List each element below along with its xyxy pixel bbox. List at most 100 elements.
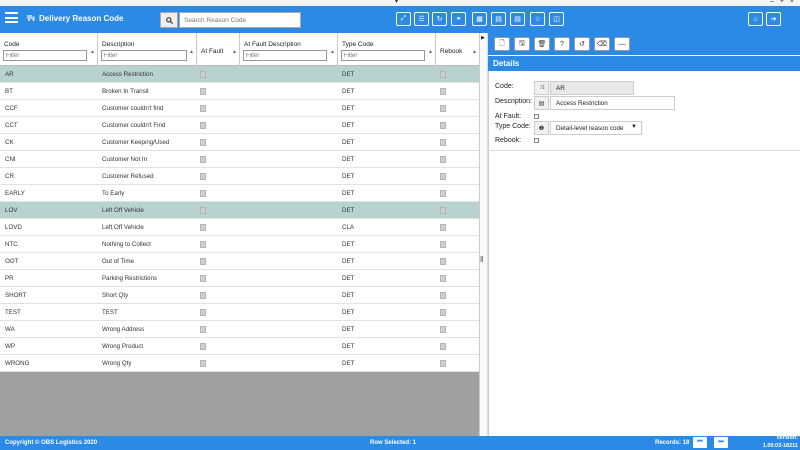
delete-button[interactable]: 🗑 — [534, 37, 550, 51]
rebook-checkbox[interactable] — [440, 71, 446, 78]
rebook-checkbox[interactable] — [534, 138, 539, 143]
database-button[interactable]: ☰ — [414, 12, 429, 26]
rebook-checkbox[interactable] — [440, 122, 446, 129]
at-fault-checkbox[interactable] — [534, 114, 539, 119]
at-fault-checkbox[interactable] — [200, 241, 206, 248]
hamburger-menu-icon[interactable] — [5, 12, 18, 23]
type-code-select[interactable]: Detail-level reason code ▼ — [550, 121, 642, 135]
rebook-checkbox[interactable] — [440, 326, 446, 333]
rebook-checkbox[interactable] — [440, 173, 446, 180]
rebook-checkbox[interactable] — [440, 309, 446, 316]
at-fault-checkbox[interactable] — [200, 139, 206, 146]
table-row[interactable]: PR Parking Restrictions DET — [0, 270, 479, 287]
rebook-checkbox[interactable] — [440, 190, 446, 197]
at-fault-checkbox[interactable] — [200, 207, 206, 214]
panel-splitter[interactable]: ▶ ‖ — [479, 33, 488, 436]
sort-icon[interactable]: ▲ — [232, 49, 237, 55]
description-field[interactable]: Access Restriction — [550, 96, 675, 110]
table-row[interactable]: NTC Nothing to Collect DET — [0, 236, 479, 253]
sort-icon[interactable]: ▲ — [90, 49, 95, 55]
at-fault-checkbox[interactable] — [200, 105, 206, 112]
filter-code-input[interactable] — [3, 50, 87, 61]
rebook-checkbox[interactable] — [440, 156, 446, 163]
rebook-checkbox[interactable] — [440, 258, 446, 265]
rebook-checkbox[interactable] — [440, 343, 446, 350]
table-row[interactable]: WA Wrong Address DET — [0, 321, 479, 338]
search-button[interactable] — [160, 12, 178, 28]
table-row[interactable]: BT Broken In Transit DET — [0, 83, 479, 100]
eraser-button[interactable]: ⌫ — [594, 37, 610, 51]
table-row[interactable]: LOVD Left Off Vehicle CLA — [0, 219, 479, 236]
refresh-button[interactable]: ↻ — [432, 12, 447, 26]
at-fault-checkbox[interactable] — [200, 258, 206, 265]
table-row[interactable]: CNI Customer Not In DET — [0, 151, 479, 168]
table-row[interactable]: AR Access Restriction DET — [0, 66, 479, 83]
sort-icon[interactable]: ▲ — [428, 49, 433, 55]
save-button[interactable]: 🖫 — [514, 37, 530, 51]
at-fault-checkbox[interactable] — [200, 122, 206, 129]
expand-button[interactable]: ⤢ — [396, 12, 411, 26]
at-fault-checkbox[interactable] — [200, 71, 206, 78]
column-header-code[interactable]: Code ▲ — [0, 33, 98, 66]
column-header-type-code[interactable]: Type Code ▲ — [338, 33, 436, 66]
logout-button[interactable]: ➔ — [766, 12, 781, 26]
help-button[interactable]: ? — [554, 37, 570, 51]
at-fault-checkbox[interactable] — [200, 88, 206, 95]
at-fault-checkbox[interactable] — [200, 190, 206, 197]
table-row[interactable]: EARLY To Early DET — [0, 185, 479, 202]
column-header-description[interactable]: Description ▲ — [98, 33, 197, 66]
minus-button[interactable]: — — [614, 37, 630, 51]
at-fault-checkbox[interactable] — [200, 326, 206, 333]
column-header-rebook[interactable]: Rebook ▲ — [436, 33, 479, 66]
rebook-checkbox[interactable] — [440, 275, 446, 282]
at-fault-checkbox[interactable] — [200, 275, 206, 282]
filter-description-input[interactable] — [101, 50, 187, 61]
sort-icon[interactable]: ▲ — [472, 49, 477, 55]
filter-at-fault-description-input[interactable] — [243, 50, 327, 61]
table-row[interactable]: CCT Customer couldn't Find DET — [0, 117, 479, 134]
column-header-at-fault-description[interactable]: At Fault Description ▲ — [240, 33, 338, 66]
rebook-checkbox[interactable] — [440, 207, 446, 214]
rebook-checkbox[interactable] — [440, 105, 446, 112]
search-input[interactable] — [179, 12, 301, 28]
table-button[interactable]: ▦ — [472, 12, 487, 26]
link-button[interactable]: ⚭ — [451, 12, 466, 26]
document-button-2[interactable]: ▤ — [510, 12, 525, 26]
at-fault-checkbox[interactable] — [200, 360, 206, 367]
filter-type-code-input[interactable] — [341, 50, 425, 61]
rebook-checkbox[interactable] — [440, 88, 446, 95]
window-controls[interactable]: – + × — [770, 0, 796, 5]
table-row[interactable]: WRONG Wrong Qty DET — [0, 355, 479, 372]
table-row[interactable]: CCF Customer couldn't find DET — [0, 100, 479, 117]
favorite-button[interactable]: ☆ — [530, 12, 545, 26]
table-row[interactable]: SHORT Short Qty DET — [0, 287, 479, 304]
sort-icon[interactable]: ▲ — [330, 49, 335, 55]
table-row[interactable]: CR Customer Refused DET — [0, 168, 479, 185]
table-row[interactable]: TEST TEST DET — [0, 304, 479, 321]
column-header-at-fault[interactable]: At Fault ▲ — [197, 33, 240, 66]
rebook-checkbox[interactable] — [440, 139, 446, 146]
table-row[interactable]: OOT Out of Time DET — [0, 253, 479, 270]
last-page-button[interactable]: ⏭ — [714, 437, 728, 448]
sort-icon[interactable]: ▲ — [189, 49, 194, 55]
table-row[interactable]: WP Wrong Product DET — [0, 338, 479, 355]
at-fault-checkbox[interactable] — [200, 292, 206, 299]
rebook-checkbox[interactable] — [440, 360, 446, 367]
collapse-panel-icon[interactable]: ▶ — [481, 35, 485, 41]
at-fault-checkbox[interactable] — [200, 309, 206, 316]
table-row[interactable]: LOV Left Off Vehicle DET — [0, 202, 479, 219]
columns-button[interactable]: ◫ — [549, 12, 564, 26]
at-fault-checkbox[interactable] — [200, 224, 206, 231]
collapse-arrow-icon[interactable]: ▾ — [395, 0, 398, 5]
rebook-checkbox[interactable] — [440, 292, 446, 299]
home-button[interactable]: ⌂ — [748, 12, 763, 26]
first-page-button[interactable]: ⏮ — [693, 437, 707, 448]
splitter-handle-icon[interactable]: ‖ — [480, 255, 483, 264]
table-row[interactable]: CK Customer Keeping/Used DET — [0, 134, 479, 151]
undo-button[interactable]: ↺ — [574, 37, 590, 51]
at-fault-checkbox[interactable] — [200, 173, 206, 180]
document-button-1[interactable]: ▤ — [491, 12, 506, 26]
at-fault-checkbox[interactable] — [200, 156, 206, 163]
rebook-checkbox[interactable] — [440, 241, 446, 248]
rebook-checkbox[interactable] — [440, 224, 446, 231]
